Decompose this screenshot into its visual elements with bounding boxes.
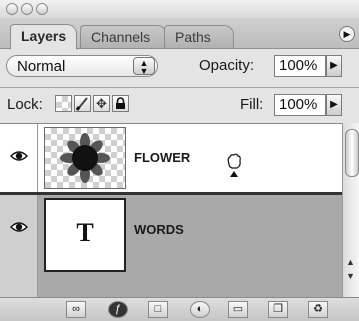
close-window-button[interactable] — [6, 3, 18, 15]
add-mask-icon[interactable]: □ — [148, 301, 168, 318]
blend-mode-select[interactable]: Normal ▲ ▼ — [6, 55, 158, 77]
layers-scrollbar[interactable]: ▲ ▼ — [342, 123, 359, 297]
lock-label: Lock: — [7, 96, 43, 113]
eye-icon — [10, 222, 28, 232]
scrollbar-thumb[interactable] — [345, 129, 359, 177]
tab-paths[interactable]: Paths — [164, 25, 234, 48]
blend-mode-value: Normal — [17, 58, 66, 75]
layer-row-words[interactable]: T WORDS — [0, 195, 342, 298]
brush-lock-icon[interactable] — [74, 95, 91, 112]
layers-panel: Layers Channels Paths ▶ Normal ▲ ▼ Opacit… — [0, 0, 359, 321]
panel-title-bar — [0, 0, 359, 19]
padlock-icon[interactable] — [112, 95, 129, 112]
move-lock-icon[interactable]: ✥ — [93, 95, 110, 112]
type-layer-thumbnail: T — [44, 198, 126, 272]
fill-field[interactable]: 100% — [274, 94, 326, 116]
checkerboard-lock-icon[interactable] — [55, 95, 72, 112]
panel-tabs: Layers Channels Paths ▶ — [0, 18, 359, 50]
trash-icon[interactable]: ♻ — [308, 301, 328, 318]
eye-icon — [10, 151, 28, 161]
opacity-label: Opacity: — [199, 57, 255, 74]
fill-slider-arrow-icon[interactable]: ▶ — [326, 94, 342, 116]
new-layer-icon[interactable]: ❐ — [268, 301, 288, 318]
tab-channels[interactable]: Channels — [80, 25, 168, 48]
layers-toolbar: ∞ ƒ □ ◐ ▭ ❐ ♻ — [0, 297, 359, 321]
blend-opacity-row: Normal ▲ ▼ Opacity: 100% ▶ — [0, 49, 359, 87]
link-layers-icon[interactable]: ∞ — [66, 301, 86, 318]
visibility-toggle[interactable] — [0, 124, 38, 192]
scroll-up-icon[interactable]: ▲ — [346, 257, 355, 267]
fill-label: Fill: — [240, 96, 264, 113]
tab-layers[interactable]: Layers — [10, 24, 78, 50]
visibility-toggle[interactable] — [0, 195, 38, 298]
panel-menu-icon[interactable]: ▶ — [339, 26, 355, 42]
layer-name-flower: FLOWER — [134, 150, 191, 165]
opacity-slider-arrow-icon[interactable]: ▶ — [326, 55, 342, 77]
scroll-down-icon[interactable]: ▼ — [346, 271, 355, 281]
lock-fill-row: Lock: ✥ Fill: 100% ▶ — [0, 88, 359, 121]
layer-row-flower[interactable]: FLOWER — [0, 124, 342, 195]
layer-thumbnail — [44, 127, 126, 189]
up-down-arrows-icon: ▲ ▼ — [133, 57, 155, 76]
new-group-icon[interactable]: ▭ — [228, 301, 248, 318]
layer-style-icon[interactable]: ƒ — [108, 301, 128, 318]
layer-name-words: WORDS — [134, 222, 184, 237]
grab-hand-cursor-icon — [227, 153, 241, 177]
opacity-field[interactable]: 100% — [274, 55, 326, 77]
layers-list: FLOWER T WORDS — [0, 123, 342, 298]
adjustment-layer-icon[interactable]: ◐ — [190, 301, 210, 318]
type-t-icon: T — [76, 218, 94, 247]
flower-thumbnail-icon — [60, 133, 110, 183]
minimize-window-button[interactable] — [21, 3, 33, 15]
zoom-window-button[interactable] — [36, 3, 48, 15]
